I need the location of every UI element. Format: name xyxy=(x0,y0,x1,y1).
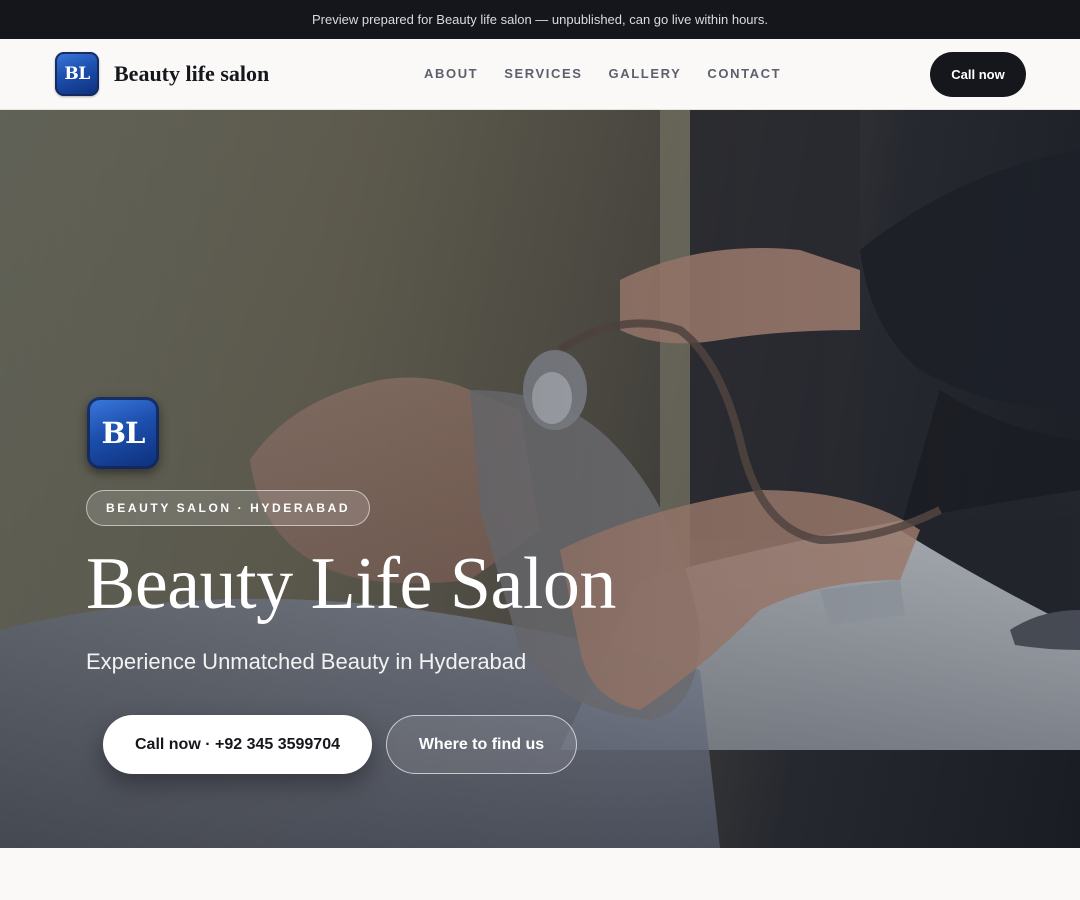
brand-logo-text: BL xyxy=(64,64,90,84)
site-header: BL Beauty life salon ABOUT SERVICES GALL… xyxy=(0,39,1080,110)
main-nav: ABOUT SERVICES GALLERY CONTACT xyxy=(424,66,781,81)
hero-logo: BL xyxy=(87,397,159,469)
hero-section: BL BEAUTY SALON · HYDERABAD Beauty Life … xyxy=(0,110,1080,848)
nav-gallery[interactable]: GALLERY xyxy=(609,66,682,81)
hero-title: Beauty Life Salon xyxy=(86,543,616,625)
preview-banner-text: Preview prepared for Beauty life salon —… xyxy=(312,12,768,27)
hero-badge: BEAUTY SALON · HYDERABAD xyxy=(86,490,371,526)
nav-about[interactable]: ABOUT xyxy=(424,66,478,81)
hero-call-button[interactable]: Call now · +92 345 3599704 xyxy=(103,715,372,774)
preview-banner: Preview prepared for Beauty life salon —… xyxy=(0,0,1080,39)
brand-logo[interactable]: BL xyxy=(55,52,99,96)
where-to-find-us-button[interactable]: Where to find us xyxy=(386,715,577,774)
brand-name[interactable]: Beauty life salon xyxy=(114,61,269,87)
next-section xyxy=(0,848,1080,900)
hero-subtitle: Experience Unmatched Beauty in Hyderabad xyxy=(86,649,527,674)
nav-services[interactable]: SERVICES xyxy=(504,66,582,81)
header-call-button[interactable]: Call now xyxy=(930,52,1026,97)
nav-contact[interactable]: CONTACT xyxy=(707,66,781,81)
hero-logo-text: BL xyxy=(101,416,146,450)
